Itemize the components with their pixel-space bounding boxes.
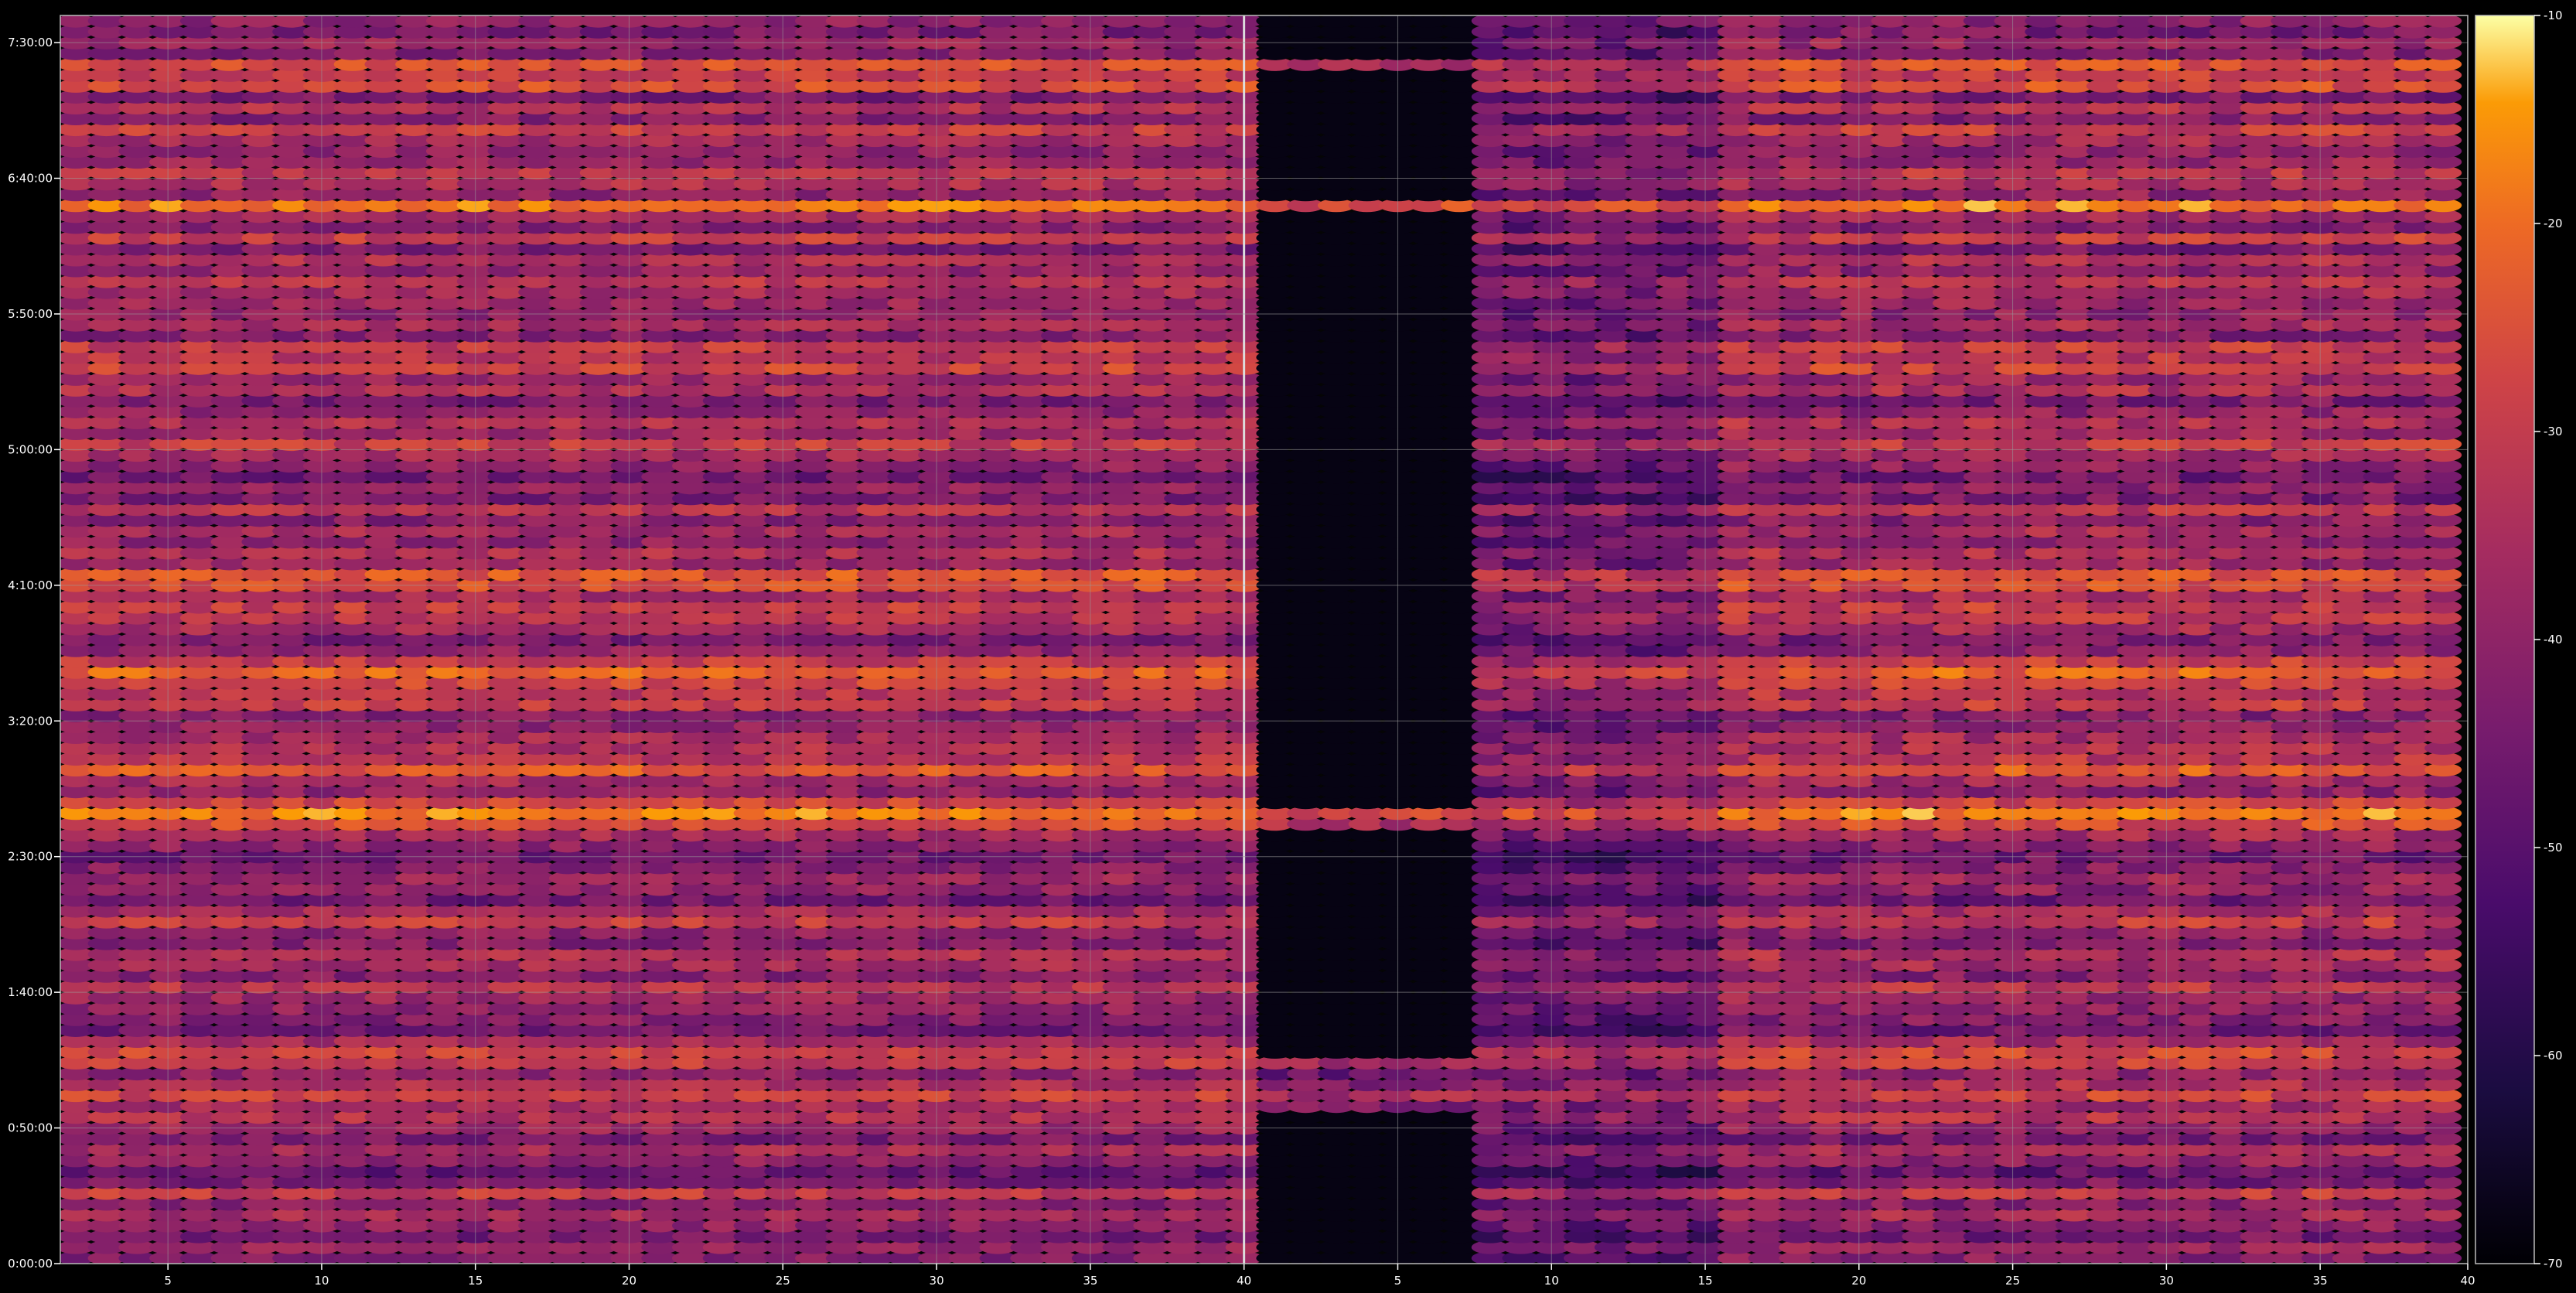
heatmap-cells <box>60 15 2462 1264</box>
heatmap-chart: 5 10 15 20 25 30 35 40 5 10 15 20 25 30 35 40 0:00:000:… <box>8 9 2562 1288</box>
